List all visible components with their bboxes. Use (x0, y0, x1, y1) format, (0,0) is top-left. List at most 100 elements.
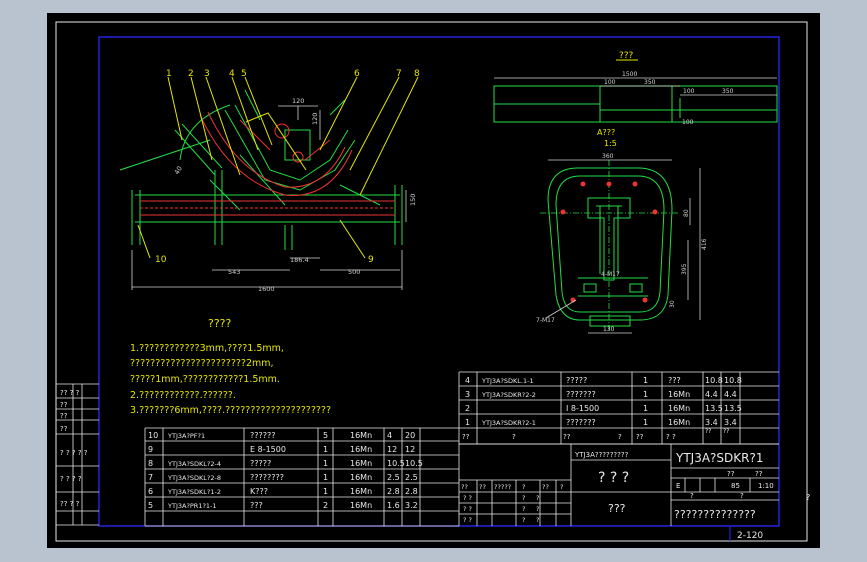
bom-cell: 4 (387, 431, 392, 440)
note-line: 1.????????????3mm,????1.5mm, (130, 343, 284, 354)
bom-header-sub: ?? (723, 428, 729, 435)
section-i-beam-label: I (599, 215, 601, 224)
section-scale: 1:5 (604, 139, 617, 148)
bom-cell: 16Mn (668, 404, 690, 413)
dim-section-4m17: 4-M17 (601, 271, 620, 278)
bom-cell: YTJ3A?SDKL?2-8 (167, 474, 221, 482)
bom-cell: ????? (566, 376, 587, 385)
sign-cell: ? (522, 516, 525, 524)
bom-cell: 3.2 (405, 501, 418, 510)
bom-cell: 4.4 (705, 390, 718, 399)
note-line: ?????1mm,????????????1.5mm. (130, 374, 280, 385)
bom-cell: ?????? (250, 431, 275, 440)
rev-cell: ????? (494, 483, 511, 491)
title-stage: E (676, 482, 680, 490)
balloon-8: 8 (414, 69, 420, 79)
balloon-9: 9 (368, 255, 374, 265)
dim-section-360: 360 (602, 153, 614, 160)
bom-cell: 10.5 (405, 459, 423, 468)
bom-cell: 1 (323, 445, 328, 454)
bom-cell: 8 (148, 459, 153, 468)
dim-top-350b: 350 (722, 88, 734, 95)
balloon-4: 4 (229, 69, 235, 79)
note-line: 2.????????????.??????. (130, 390, 236, 401)
balloon-5: 5 (241, 69, 247, 79)
title-drawing-code: YTJ3A?SDKR?1 (675, 451, 763, 465)
balloon-6: 6 (354, 69, 360, 79)
strip-cell: ? ? ? ? ? (60, 449, 88, 457)
notes-title: ???? (208, 317, 232, 330)
rev-cell: ? (560, 483, 563, 491)
title-scale-label: ?? (755, 470, 763, 478)
bom-cell: 12 (387, 445, 397, 454)
bom-cell: ??? (250, 501, 263, 510)
dim-120-top: 120 (292, 97, 304, 105)
sign-cell: ? (522, 494, 525, 502)
bolt-hole (652, 209, 658, 215)
bom-cell: 3.4 (724, 418, 737, 427)
dim-top-100c: 100 (682, 119, 694, 126)
dim-1600: 1600 (258, 285, 275, 293)
rev-cell: ?? (479, 483, 486, 491)
sign-cell: ? (536, 516, 539, 524)
bom-cell: YTJ3A?PR1?1-1 (167, 502, 217, 510)
bolt-hole (642, 297, 648, 303)
bom-cell: YTJ3A?PF?1 (167, 432, 205, 440)
dim-section-416: 416 (701, 238, 708, 250)
bom-cell: 4.4 (724, 390, 737, 399)
bom-header-cell: ?? (462, 433, 470, 441)
balloon-3: 3 (204, 69, 210, 79)
sheet-number: 2-120 (737, 531, 763, 541)
bom-cell: 10.5 (387, 459, 405, 468)
bom-header-cell: ? (512, 433, 516, 441)
dim-500: 500 (348, 268, 360, 276)
bom-cell: 16Mn (350, 473, 372, 482)
bom-cell: YTJ3A?SDKR?2-2 (481, 391, 536, 399)
bom-cell: 2 (323, 501, 328, 510)
strip-cell: ? ? ? ? (60, 475, 82, 483)
title-part-name: ? ? ? (598, 470, 629, 486)
dim-section-395: 395 (681, 263, 688, 275)
bom-header-cell: ? ? (666, 433, 676, 441)
bom-cell: 4 (465, 376, 470, 385)
bom-cell: 13.5 (705, 404, 723, 413)
bom-cell: E 8-1500 (250, 445, 286, 454)
bom-cell: 1 (643, 390, 648, 399)
bolt-hole (606, 181, 612, 187)
sign-cell: ? ? (463, 516, 472, 524)
bom-header-cell: ? (618, 433, 622, 441)
bom-cell: 9 (148, 445, 153, 454)
note-line: 3.???????6mm,????.????????????????????? (130, 405, 331, 416)
title-company: ?????????????? (674, 508, 756, 521)
bom-cell: 1.6 (387, 501, 400, 510)
sign-cell: ? ? (463, 494, 472, 502)
bom-cell: K??? (250, 487, 268, 496)
bom-cell: 2.5 (405, 473, 418, 482)
dim-top-1500: 1500 (622, 71, 637, 78)
dim-150: 150 (409, 194, 417, 206)
bolt-hole (560, 209, 566, 215)
dim-543: 543 (228, 268, 240, 276)
bom-cell: 1 (465, 418, 470, 427)
bom-cell: 10.8 (705, 376, 723, 385)
title-scale: 1:10 (758, 482, 774, 490)
bom-cell: 16Mn (350, 431, 372, 440)
bom-cell: 16Mn (668, 418, 690, 427)
title-weight-label: ?? (727, 470, 735, 478)
balloon-1: 1 (166, 69, 172, 79)
bom-cell: 1 (643, 418, 648, 427)
bom-cell: 2.8 (405, 487, 418, 496)
bom-cell: YTJ3A?SDKL?2-4 (167, 460, 221, 468)
bom-cell: 3.4 (705, 418, 718, 427)
bom-header-sub: ?? (705, 428, 711, 435)
strip-cell: ?? (60, 412, 68, 420)
dim-top-100a: 100 (604, 79, 616, 86)
bom-cell: 1 (643, 404, 648, 413)
dim-section-30: 30 (669, 300, 676, 308)
cad-viewport[interactable]: 2-120 ? 1 2 3 4 5 6 7 8 9 10 120 120 40 … (0, 0, 867, 562)
dim-section-130: 130 (603, 326, 615, 333)
bom-cell: ??????? (566, 390, 596, 399)
bom-header-cell: ?? (563, 433, 571, 441)
bom-cell: 16Mn (350, 487, 372, 496)
bolt-hole (632, 181, 638, 187)
